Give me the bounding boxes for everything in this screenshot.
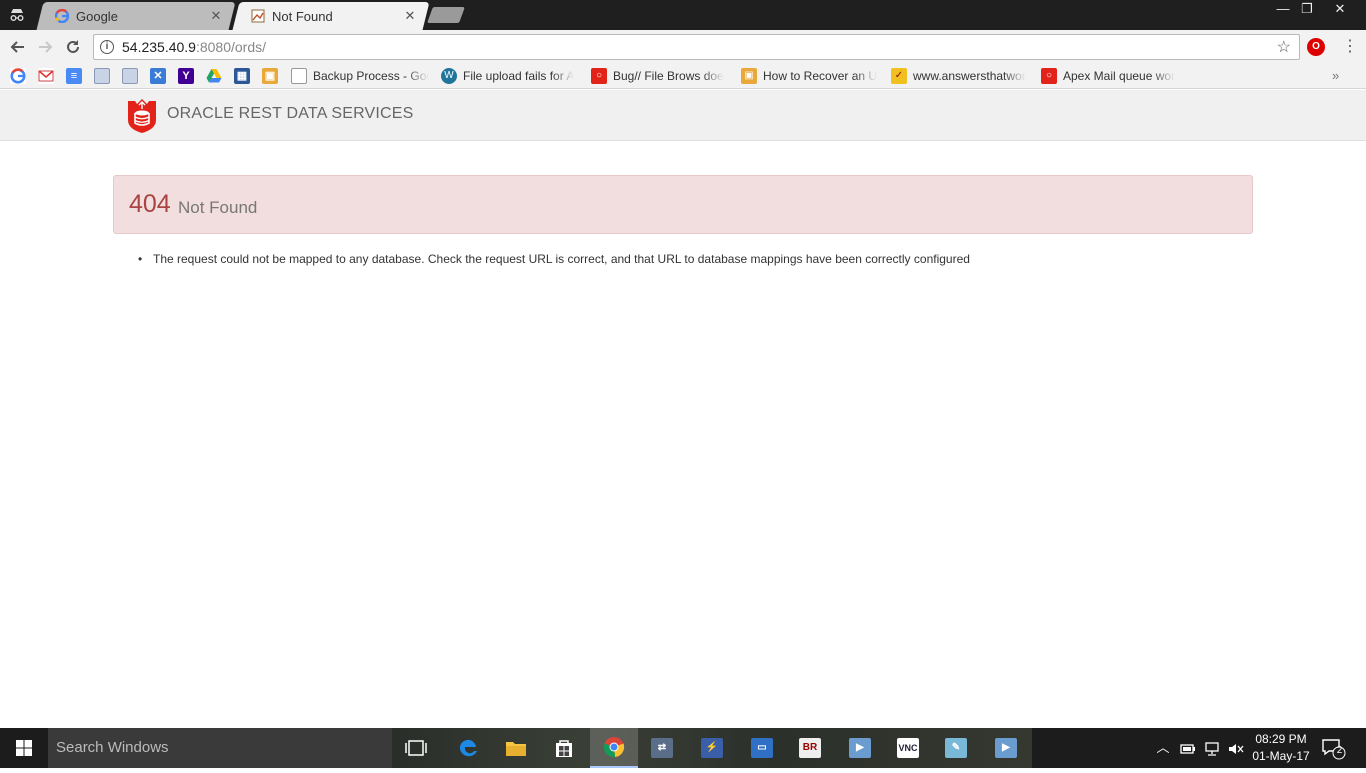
battery-icon[interactable] bbox=[1178, 728, 1198, 768]
folder-icon[interactable] bbox=[122, 68, 138, 84]
close-window-icon[interactable]: ✕ bbox=[1326, 0, 1354, 20]
gmail-icon[interactable] bbox=[38, 68, 54, 84]
tab-title: Google bbox=[76, 8, 118, 24]
file-explorer-icon[interactable] bbox=[492, 728, 540, 768]
system-clock[interactable]: 08:29 PM 01-May-17 bbox=[1246, 731, 1316, 765]
tab-title: Not Found bbox=[272, 8, 333, 24]
error-alert: 404 Not Found bbox=[113, 175, 1253, 234]
task-view-icon[interactable] bbox=[392, 728, 440, 768]
tab-google[interactable]: Google ✕ bbox=[40, 2, 232, 30]
vnc-icon[interactable]: VNC bbox=[884, 728, 932, 768]
chevron-up-icon[interactable]: ︿ bbox=[1154, 728, 1172, 768]
page-header-title: ORACLE REST DATA SERVICES bbox=[167, 105, 414, 122]
doc-icon bbox=[291, 68, 307, 84]
media-player-icon[interactable]: ▶ bbox=[982, 728, 1030, 768]
bookmark-file-upload[interactable]: W File upload fails for A bbox=[441, 67, 579, 85]
chrome-icon[interactable] bbox=[590, 728, 638, 768]
page-icon bbox=[250, 8, 266, 24]
google-docs-icon[interactable]: ≡ bbox=[66, 68, 82, 84]
error-code: 404 bbox=[129, 190, 171, 218]
oracle-icon: ○ bbox=[591, 68, 607, 84]
tab-strip: Google ✕ Not Found ✕ — ❐ ✕ bbox=[0, 0, 1366, 30]
app-br-icon[interactable]: BR bbox=[786, 728, 834, 768]
restore-icon[interactable]: ❐ bbox=[1292, 0, 1322, 20]
oracle-icon: ○ bbox=[1041, 68, 1057, 84]
media-app-icon[interactable]: ▶ bbox=[836, 728, 884, 768]
network-icon[interactable] bbox=[1202, 728, 1222, 768]
answers-icon: ✓ bbox=[891, 68, 907, 84]
bookmark-answersthatwork[interactable]: ✓ www.answersthatwor bbox=[891, 67, 1029, 85]
folder-icon[interactable] bbox=[94, 68, 110, 84]
google-bookmark-icon[interactable] bbox=[10, 68, 26, 84]
network-app-icon[interactable]: ⚡ bbox=[688, 728, 736, 768]
oracle-shield-logo bbox=[126, 98, 158, 134]
calendar-icon[interactable]: ▦ bbox=[234, 68, 250, 84]
bookmark-backup-process[interactable]: Backup Process - Goo bbox=[291, 67, 429, 85]
wordpress-icon: W bbox=[441, 68, 457, 84]
list-item: The request could not be mapped to any d… bbox=[153, 252, 970, 266]
volume-muted-icon[interactable] bbox=[1226, 728, 1246, 768]
x-app-icon[interactable]: ✕ bbox=[150, 68, 166, 84]
box-icon[interactable]: ▣ bbox=[262, 68, 278, 84]
box-icon: ▣ bbox=[741, 68, 757, 84]
taskbar-apps: ⇄ ⚡ ▭ BR ▶ VNC ✎ ▶ bbox=[392, 728, 1032, 768]
bookmark-how-to-recover[interactable]: ▣ How to Recover an U bbox=[741, 67, 879, 85]
back-icon[interactable] bbox=[7, 36, 29, 58]
forward-icon[interactable] bbox=[34, 36, 56, 58]
windows-taskbar: Search Windows ⇄ ⚡ ▭ BR ▶ VNC ✎ ▶ ︿ 08:2… bbox=[0, 728, 1366, 768]
browser-toolbar: i 54.235.40.9:8080/ords/ ☆ O ⋮ bbox=[0, 30, 1366, 63]
clock-time: 08:29 PM bbox=[1255, 732, 1307, 746]
store-icon[interactable] bbox=[540, 728, 588, 768]
error-text: Not Found bbox=[178, 198, 258, 217]
url-host: 54.235.40.9 bbox=[122, 39, 196, 55]
start-button[interactable] bbox=[0, 728, 48, 768]
bookmark-apex-mail-queue[interactable]: ○ Apex Mail queue wor bbox=[1041, 67, 1179, 85]
action-center-icon[interactable]: 2 bbox=[1320, 736, 1346, 760]
bookmark-bug-file-browse[interactable]: ○ Bug// File Brows doe bbox=[591, 67, 729, 85]
opera-extension-icon[interactable]: O bbox=[1307, 38, 1325, 56]
google-g-icon bbox=[54, 8, 70, 24]
bookmark-star-icon[interactable]: ☆ bbox=[1277, 37, 1291, 57]
clock-date: 01-May-17 bbox=[1252, 749, 1310, 763]
error-message-list: • The request could not be mapped to any… bbox=[138, 252, 970, 266]
url-path: :8080/ords/ bbox=[195, 39, 267, 55]
yahoo-icon[interactable]: Y bbox=[178, 68, 194, 84]
more-bookmarks-icon[interactable]: » bbox=[1332, 68, 1339, 83]
google-drive-icon[interactable] bbox=[206, 68, 222, 84]
notes-app-icon[interactable]: ✎ bbox=[932, 728, 980, 768]
reload-icon[interactable] bbox=[62, 36, 84, 58]
notification-count: 2 bbox=[1336, 745, 1343, 756]
search-input[interactable]: Search Windows bbox=[48, 728, 392, 768]
remote-desktop-icon[interactable]: ▭ bbox=[738, 728, 786, 768]
edge-icon[interactable] bbox=[444, 728, 492, 768]
close-icon[interactable]: ✕ bbox=[208, 8, 224, 24]
incognito-icon bbox=[8, 6, 26, 24]
info-icon[interactable]: i bbox=[100, 40, 114, 54]
menu-icon[interactable]: ⋮ bbox=[1342, 38, 1358, 56]
bookmarks-bar: ≡ ✕ Y ▦ ▣ Backup Process - Goo W File up… bbox=[0, 63, 1366, 89]
close-icon[interactable]: ✕ bbox=[402, 8, 418, 24]
new-tab-button[interactable] bbox=[427, 7, 465, 23]
address-bar[interactable]: i 54.235.40.9:8080/ords/ ☆ bbox=[93, 34, 1300, 60]
bullet: • bbox=[138, 252, 143, 266]
remote-app-icon[interactable]: ⇄ bbox=[638, 728, 686, 768]
tab-not-found[interactable]: Not Found ✕ bbox=[236, 2, 426, 30]
